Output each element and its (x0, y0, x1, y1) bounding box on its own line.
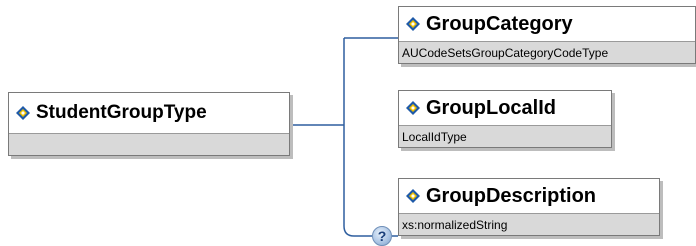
child-element-box-grouplocalid[interactable]: GroupLocalId LocalIdType (398, 90, 612, 148)
child-element-name: GroupDescription (426, 184, 597, 207)
child-element-box-groupdescription[interactable]: GroupDescription xs:normalizedString (398, 178, 660, 236)
optional-question-icon: ? (372, 226, 392, 246)
child-connector-groupdescription (343, 225, 372, 237)
element-icon (405, 188, 421, 204)
schema-diagram: StudentGroupType GroupCategory AUCodeSet… (0, 0, 696, 246)
child-element-type: AUCodeSetsGroupCategoryCodeType (399, 41, 695, 63)
element-icon (15, 105, 31, 121)
root-element-header: StudentGroupType (9, 93, 289, 133)
child-element-header: GroupDescription (399, 179, 659, 213)
child-element-header: GroupCategory (399, 7, 695, 41)
child-element-name: GroupCategory (426, 12, 573, 35)
child-element-name: GroupLocalId (426, 96, 556, 119)
root-element-box[interactable]: StudentGroupType (8, 92, 290, 156)
child-element-header: GroupLocalId (399, 91, 611, 125)
element-icon (405, 16, 421, 32)
child-element-type: LocalIdType (399, 125, 611, 147)
child-element-type: xs:normalizedString (399, 213, 659, 235)
root-element-type (9, 133, 289, 155)
child-element-box-groupcategory[interactable]: GroupCategory AUCodeSetsGroupCategoryCod… (398, 6, 696, 64)
root-element-name: StudentGroupType (36, 102, 207, 123)
element-icon (405, 100, 421, 116)
